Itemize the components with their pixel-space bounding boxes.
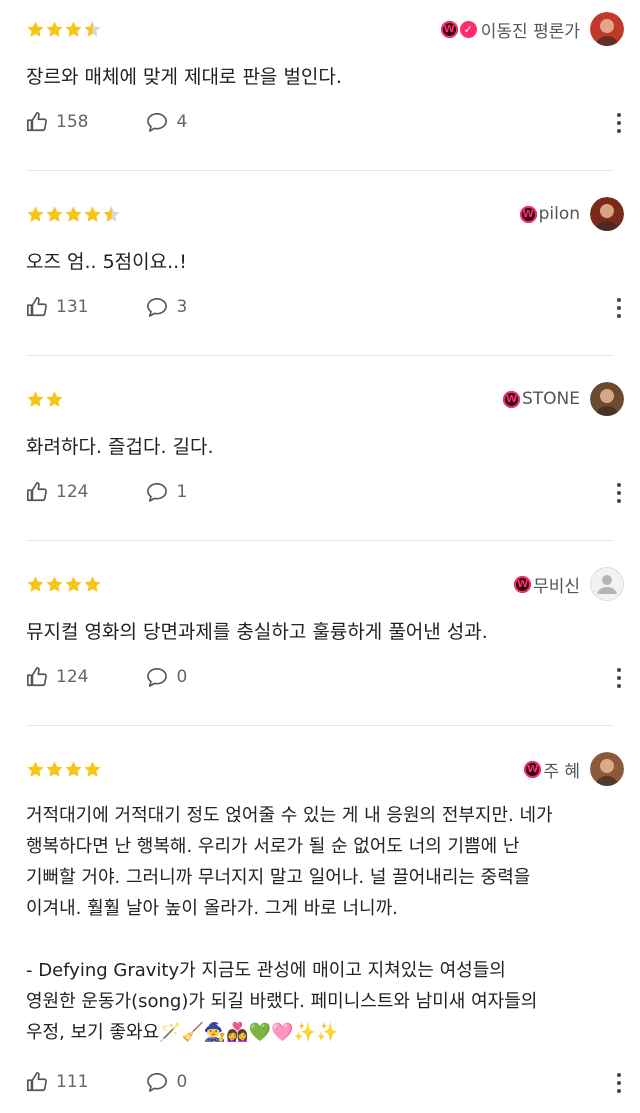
- review-text[interactable]: 거적대기에 거적대기 정도 얹어줄 수 있는 게 내 응원의 전부지만. 네가 …: [26, 800, 616, 1048]
- avatar-image: [590, 12, 624, 46]
- star-icon: [46, 391, 63, 407]
- verified-check-icon: ✓: [459, 20, 477, 38]
- star-icon: [84, 576, 101, 592]
- more-vertical-icon[interactable]: [616, 483, 622, 503]
- review-actions: 158 4: [26, 111, 187, 133]
- star-icon: [46, 206, 63, 222]
- star-icon: [27, 576, 44, 592]
- divider: [26, 540, 614, 541]
- thumbs-up-icon[interactable]: [26, 111, 48, 133]
- review-text[interactable]: 화려하다. 즐겁다. 길다.: [26, 432, 616, 463]
- comment-count: 1: [176, 482, 188, 502]
- username[interactable]: 무비신: [533, 572, 580, 597]
- divider: [26, 170, 614, 171]
- star-icon: [84, 761, 101, 777]
- star-rating: [26, 390, 64, 409]
- user-info[interactable]: W 주 혜: [524, 752, 624, 786]
- avatar[interactable]: [590, 382, 624, 416]
- avatar-image: [590, 752, 624, 786]
- username[interactable]: pilon: [539, 204, 580, 224]
- like-count: 124: [56, 667, 89, 687]
- user-info[interactable]: W STONE: [502, 382, 624, 416]
- username[interactable]: 이동진 평론가: [481, 17, 580, 42]
- review-text[interactable]: 오즈 엄.. 5점이요..!: [26, 247, 616, 278]
- more-vertical-icon[interactable]: [616, 1073, 622, 1093]
- star-icon: [46, 761, 63, 777]
- speech-bubble-icon[interactable]: [146, 482, 168, 502]
- avatar[interactable]: [590, 567, 624, 601]
- speech-bubble-icon[interactable]: [146, 297, 168, 317]
- divider: [26, 355, 614, 356]
- thumbs-up-icon[interactable]: [26, 1071, 48, 1093]
- like-count: 111: [56, 1072, 89, 1092]
- more-vertical-icon[interactable]: [616, 113, 622, 133]
- comment-count: 4: [176, 112, 188, 132]
- speech-bubble-icon[interactable]: [146, 1072, 168, 1092]
- star-icon: [65, 761, 82, 777]
- star-icon: [27, 21, 44, 37]
- speech-bubble-icon[interactable]: [146, 112, 168, 132]
- user-info[interactable]: W 무비신: [514, 567, 624, 601]
- star-rating: [26, 760, 102, 779]
- star-icon: [46, 21, 63, 37]
- review-card: W pilon 오즈 엄.. 5점이요..! 131 3: [0, 185, 640, 355]
- watcha-badge-icon: W: [514, 575, 532, 593]
- review-text[interactable]: 장르와 매체에 맞게 제대로 판을 벌인다.: [26, 62, 616, 93]
- star-icon: [65, 576, 82, 592]
- avatar[interactable]: [590, 752, 624, 786]
- thumbs-up-icon[interactable]: [26, 296, 48, 318]
- star-icon: [84, 21, 101, 37]
- review-card: W ✓ 이동진 평론가 장르와 매체에 맞게 제대로 판을 벌인다. 158 4: [0, 0, 640, 170]
- username[interactable]: STONE: [522, 389, 580, 409]
- avatar-image: [590, 567, 624, 601]
- star-icon: [84, 206, 101, 222]
- star-rating: [26, 20, 102, 39]
- speech-bubble-icon[interactable]: [146, 667, 168, 687]
- username[interactable]: 주 혜: [543, 757, 580, 782]
- star-icon: [65, 206, 82, 222]
- comment-count: 3: [176, 297, 188, 317]
- like-count: 131: [56, 297, 89, 317]
- watcha-badge-icon: W: [502, 390, 520, 408]
- star-icon: [27, 761, 44, 777]
- avatar-image: [590, 197, 624, 231]
- review-card: W STONE 화려하다. 즐겁다. 길다. 124 1: [0, 370, 640, 540]
- review-card: W 무비신 뮤지컬 영화의 당면과제를 충실하고 훌륭하게 풀어낸 성과. 12…: [0, 555, 640, 725]
- watcha-badge-icon: W: [524, 760, 542, 778]
- divider: [26, 725, 614, 726]
- star-icon: [27, 206, 44, 222]
- star-icon: [65, 21, 82, 37]
- like-count: 158: [56, 112, 89, 132]
- user-info[interactable]: W ✓ 이동진 평론가: [440, 12, 624, 46]
- thumbs-up-icon[interactable]: [26, 481, 48, 503]
- more-vertical-icon[interactable]: [616, 668, 622, 688]
- star-icon: [103, 206, 120, 222]
- review-text[interactable]: 뮤지컬 영화의 당면과제를 충실하고 훌륭하게 풀어낸 성과.: [26, 617, 616, 648]
- avatar-image: [590, 382, 624, 416]
- star-rating: [26, 205, 121, 224]
- star-icon: [46, 576, 63, 592]
- like-count: 124: [56, 482, 89, 502]
- avatar[interactable]: [590, 12, 624, 46]
- star-icon: [27, 391, 44, 407]
- user-info[interactable]: W pilon: [519, 197, 624, 231]
- watcha-badge-icon: W: [519, 205, 537, 223]
- review-actions: 124 0: [26, 666, 187, 688]
- avatar[interactable]: [590, 197, 624, 231]
- more-vertical-icon[interactable]: [616, 298, 622, 318]
- thumbs-up-icon[interactable]: [26, 666, 48, 688]
- review-card: W 주 혜 거적대기에 거적대기 정도 얹어줄 수 있는 게 내 응원의 전부지…: [0, 740, 640, 1113]
- comment-count: 0: [176, 667, 188, 687]
- review-actions: 111 0: [26, 1071, 187, 1093]
- review-actions: 131 3: [26, 296, 187, 318]
- comment-count: 0: [176, 1072, 188, 1092]
- review-actions: 124 1: [26, 481, 187, 503]
- watcha-badge-icon: W: [440, 20, 458, 38]
- star-rating: [26, 575, 102, 594]
